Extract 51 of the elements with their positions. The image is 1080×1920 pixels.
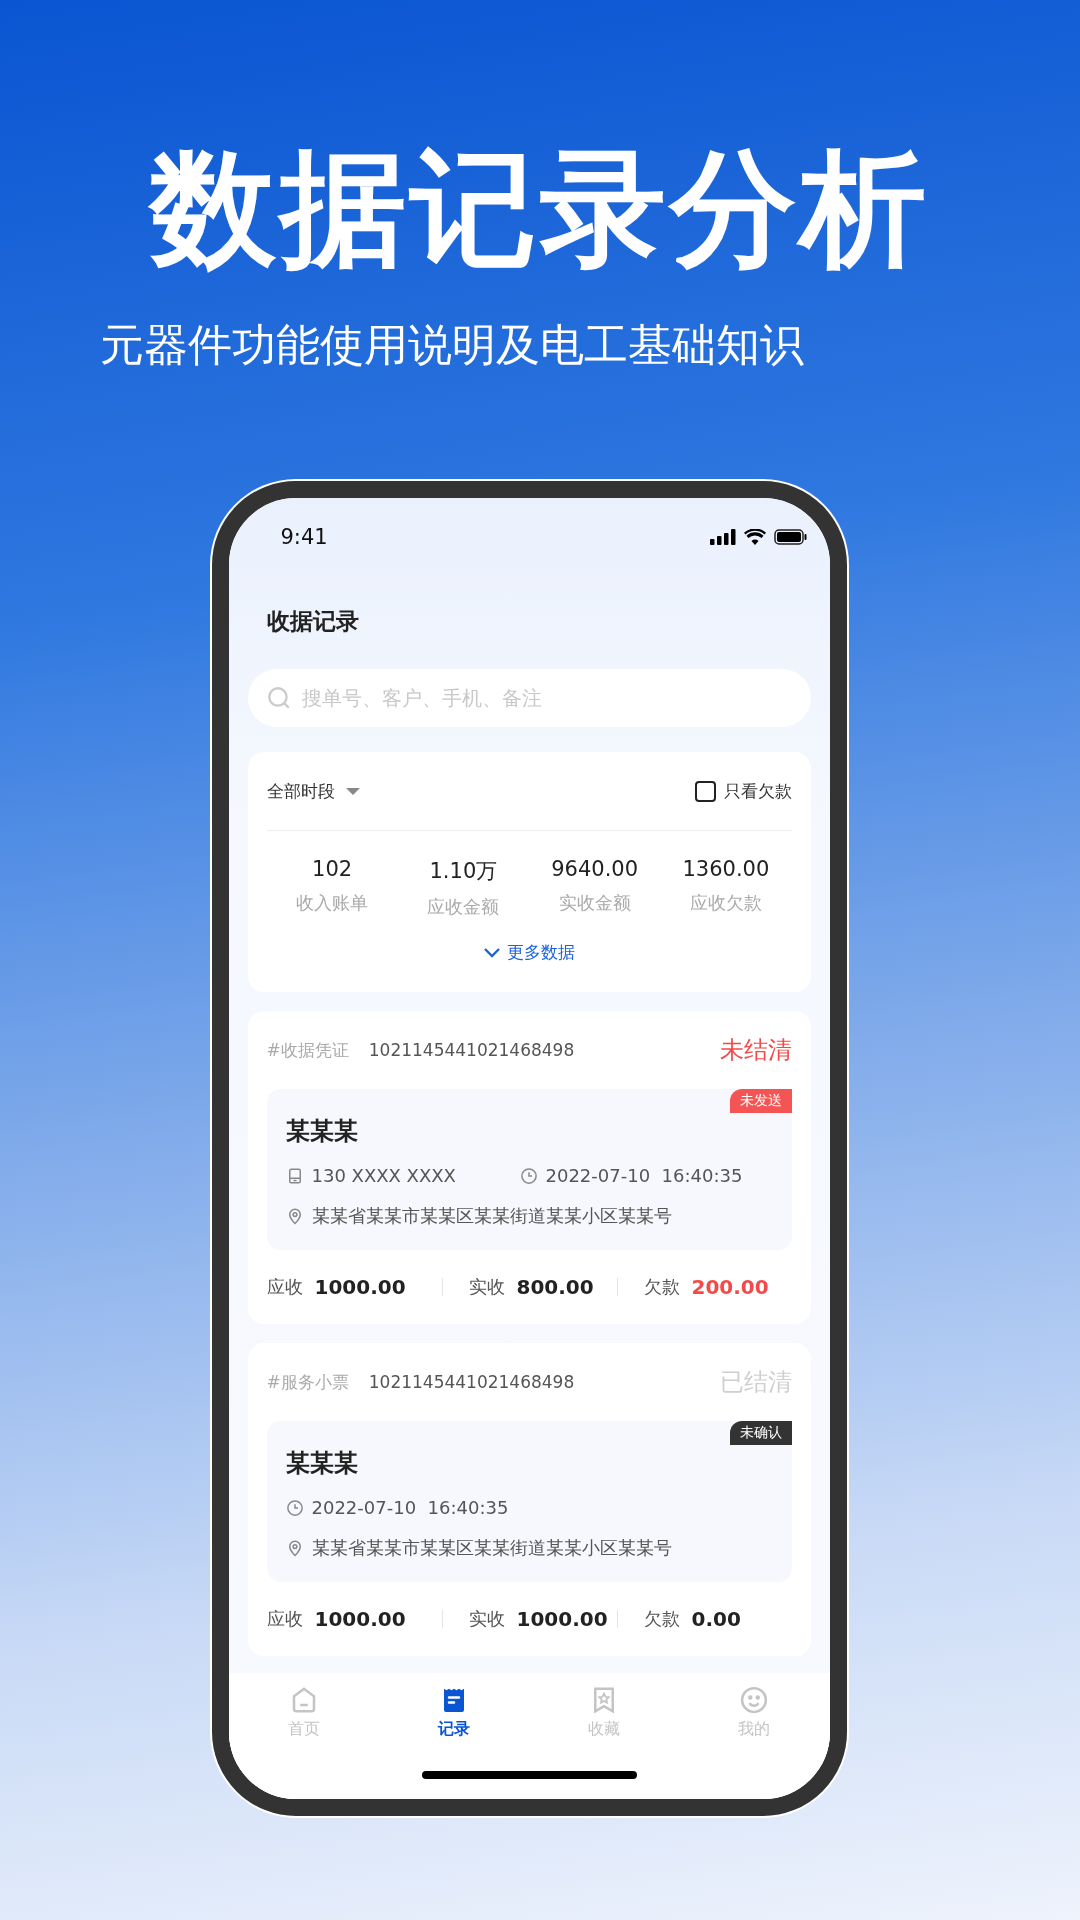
debt-only-checkbox[interactable]: 只看欠款: [694, 779, 792, 803]
amount-value: 1000.00: [516, 1607, 608, 1632]
signal-icon: [709, 529, 736, 546]
tab[interactable]: 记录: [378, 1685, 529, 1748]
stat-label: 实收金额: [558, 891, 631, 916]
amount-value: 1000.00: [314, 1275, 406, 1300]
wifi-icon: [743, 529, 766, 546]
amount-label: 应收: [266, 1275, 303, 1300]
stat-label: 收入账单: [296, 891, 369, 916]
clock-icon: [519, 1166, 538, 1185]
clock-icon: [285, 1498, 304, 1517]
record-number: 1021145441021468498: [368, 1040, 575, 1061]
caret-icon: [344, 786, 361, 797]
address: 某某省某某市某某区某某街道某某小区某某号: [311, 1536, 672, 1561]
amount-value: 1000.00: [314, 1607, 406, 1632]
subtitle: 元器件功能使用说明及电工基础知识: [100, 318, 804, 372]
stat-value: 1.10万: [429, 858, 498, 886]
headline: 数据记录分析: [150, 140, 930, 279]
record-number: 1021145441021468498: [368, 1372, 575, 1393]
battery-icon: [773, 529, 808, 546]
amount-value: 200.00: [691, 1275, 769, 1300]
record-type: #服务小票: [266, 1370, 349, 1394]
amount-label: 实收: [468, 1275, 505, 1300]
address: 某某省某某市某某区某某街道某某小区某某号: [311, 1204, 672, 1229]
amount-value: 800.00: [516, 1275, 594, 1300]
amount-label: 实收: [468, 1607, 505, 1632]
phone-number: 130 XXXX XXXX: [311, 1165, 457, 1187]
stat-value: 102: [312, 857, 353, 882]
settlement-status: 未结清: [719, 1035, 792, 1067]
amount-label: 欠款: [643, 1607, 680, 1632]
page-title: 收据记录: [265, 607, 360, 637]
amount-label: 应收: [266, 1607, 303, 1632]
smiley-icon: [739, 1685, 770, 1716]
amount-label: 欠款: [643, 1275, 680, 1300]
record-time: 2022-07-10 16:40:35: [545, 1165, 743, 1187]
period-dropdown[interactable]: 全部时段: [266, 779, 361, 803]
record-type: #收据凭证: [266, 1038, 349, 1062]
status-time: 9:41: [280, 525, 328, 550]
stat-value: 1360.00: [682, 857, 770, 882]
record-card[interactable]: #收据凭证 1021145441021468498 未结清 未发送 某某某 130 XXXX XXXX 2022-07-10 16:40:35 某某省某某市某某区某某街道某某小区某某号 应收 1000.00 实收 800.00 欠款 200.00: [247, 1011, 811, 1325]
customer-name: 某某某: [285, 1116, 359, 1148]
record-time: 2022-07-10 16:40:35: [311, 1497, 509, 1519]
customer-name: 某某某: [285, 1448, 359, 1480]
more-data-link[interactable]: 更多数据: [483, 941, 575, 965]
stat-value: 9640.00: [551, 857, 639, 882]
amount-value: 0.00: [691, 1607, 741, 1632]
stat-label: 应收金额: [427, 895, 500, 920]
stat-label: 应收欠款: [689, 891, 762, 916]
record-tag: 未发送: [729, 1089, 792, 1114]
record-tag: 未确认: [729, 1421, 792, 1446]
chevron-down-icon: [483, 946, 501, 959]
